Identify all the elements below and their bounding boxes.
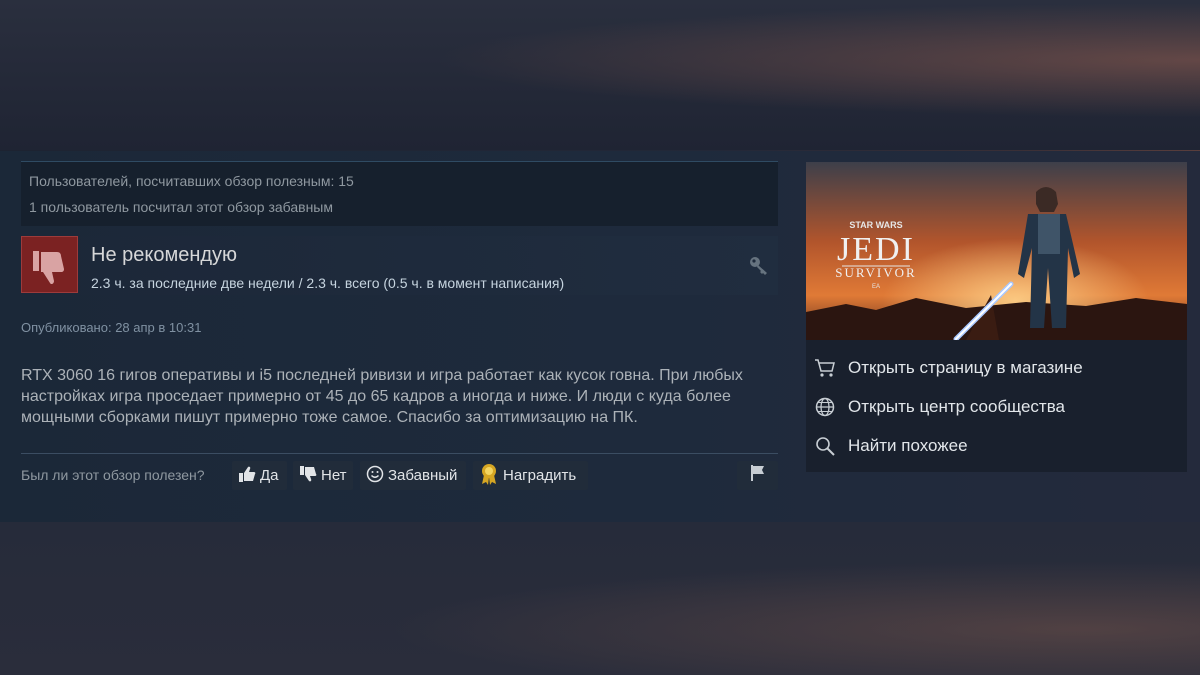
logo-survivor: SURVIVOR bbox=[835, 265, 916, 280]
thumbs-down-icon bbox=[21, 236, 78, 293]
search-icon bbox=[814, 435, 836, 457]
verdict-title: Не рекомендую bbox=[91, 244, 238, 266]
vote-funny-label: Забавный bbox=[388, 467, 458, 484]
award-button[interactable]: Наградить bbox=[473, 461, 588, 490]
award-icon bbox=[479, 463, 499, 489]
community-hub-label: Открыть центр сообщества bbox=[848, 397, 1066, 416]
game-card: STAR WARS JEDI SURVIVOR EA Открыть стран… bbox=[806, 162, 1187, 472]
helpful-count: Пользователей, посчитавших обзор полезны… bbox=[29, 173, 354, 189]
background-bottom bbox=[0, 522, 1200, 675]
game-banner[interactable]: STAR WARS JEDI SURVIVOR EA bbox=[806, 162, 1187, 340]
divider bbox=[21, 453, 778, 454]
key-icon bbox=[748, 254, 770, 281]
thumbs-down-icon bbox=[299, 465, 317, 487]
logo-ea: EA bbox=[872, 284, 880, 290]
award-label: Наградить bbox=[503, 467, 577, 484]
review-body: RTX 3060 16 гигов оперативы и i5 последн… bbox=[21, 367, 743, 426]
posted-date: Опубликовано: 28 апр в 10:31 bbox=[21, 320, 202, 335]
helpful-question: Был ли этот обзор полезен? bbox=[21, 467, 205, 483]
globe-icon bbox=[814, 396, 836, 418]
playtime-info: 2.3 ч. за последние две недели / 2.3 ч. … bbox=[91, 275, 565, 291]
funny-count: 1 пользователь посчитал этот обзор забав… bbox=[29, 199, 333, 215]
vote-yes-label: Да bbox=[260, 467, 279, 484]
vote-no-button[interactable]: Нет bbox=[293, 461, 353, 490]
logo-star-wars: STAR WARS bbox=[849, 220, 902, 230]
cart-icon bbox=[814, 357, 836, 379]
review-stats: Пользователей, посчитавших обзор полезны… bbox=[21, 161, 778, 226]
smiley-icon bbox=[366, 465, 384, 487]
background-top bbox=[0, 0, 1200, 150]
thumbs-up-icon bbox=[238, 465, 256, 487]
vote-funny-button[interactable]: Забавный bbox=[360, 461, 466, 490]
community-hub-link[interactable]: Открыть центр сообщества bbox=[814, 392, 1065, 422]
logo-jedi: JEDI bbox=[837, 231, 915, 268]
store-page-link[interactable]: Открыть страницу в магазине bbox=[814, 353, 1083, 383]
vote-yes-button[interactable]: Да bbox=[232, 461, 287, 490]
report-button[interactable] bbox=[737, 461, 778, 490]
flag-icon bbox=[749, 464, 767, 487]
store-page-label: Открыть страницу в магазине bbox=[848, 358, 1083, 377]
find-similar-link[interactable]: Найти похожее bbox=[814, 431, 968, 461]
review-verdict: Не рекомендую 2.3 ч. за последние две не… bbox=[21, 236, 778, 295]
find-similar-label: Найти похожее bbox=[848, 436, 968, 455]
vote-no-label: Нет bbox=[321, 467, 347, 484]
